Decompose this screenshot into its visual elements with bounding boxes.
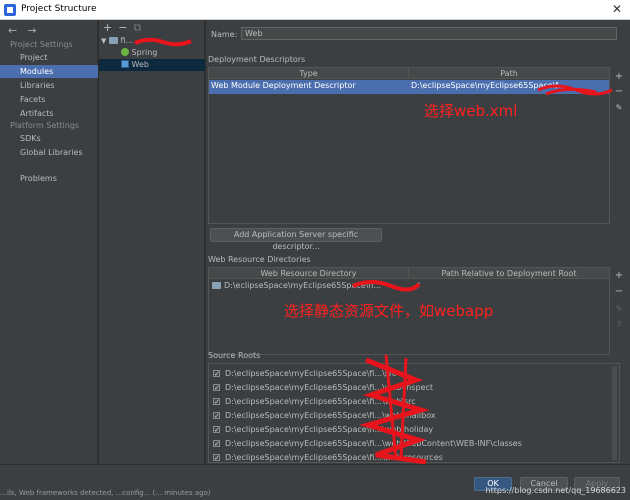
checkbox[interactable] — [213, 410, 220, 422]
nav-item-artifacts[interactable]: Artifacts — [0, 107, 98, 120]
checkbox[interactable] — [213, 438, 220, 450]
nav-item-libraries[interactable]: Libraries — [0, 79, 98, 92]
checkbox[interactable] — [213, 382, 220, 394]
title-bar: Project Structure ✕ — [0, 0, 630, 20]
annotation-select-webxml: 选择web.xml — [424, 102, 518, 120]
tree-toolbar: + − ⧉ — [103, 21, 147, 35]
redaction-scribble — [134, 37, 192, 47]
name-field[interactable]: Web — [241, 27, 617, 40]
app-icon — [4, 4, 16, 16]
edit-descriptor-icon[interactable]: ✎ — [614, 103, 624, 113]
nav-item-sdks[interactable]: SDKs — [0, 132, 98, 145]
web-icon — [121, 60, 129, 68]
nav-item-project[interactable]: Project — [0, 51, 98, 64]
web-resource-dirs-title: Web Resource Directories — [208, 255, 311, 264]
project-settings-header: Project Settings — [10, 40, 73, 49]
checkbox[interactable] — [213, 368, 220, 380]
scrollbar[interactable] — [612, 366, 617, 460]
nav-item-facets[interactable]: Facets — [0, 93, 98, 106]
redaction-scribble — [537, 84, 613, 96]
redaction-scribble — [352, 280, 421, 292]
tree-root[interactable]: ▼ fi... — [99, 35, 205, 47]
col-relative-path: Path Relative to Deployment Root — [409, 268, 609, 279]
folder-icon — [108, 37, 118, 44]
source-roots-title: Source Roots — [208, 351, 261, 360]
close-icon[interactable]: ✕ — [612, 2, 622, 16]
descriptor-type: Web Module Deployment Descriptor — [211, 81, 356, 90]
nav-item-modules[interactable]: Modules — [0, 65, 98, 78]
tree-item-web[interactable]: Web — [99, 59, 205, 71]
nav-item-global-libraries[interactable]: Global Libraries — [0, 146, 98, 159]
forward-arrow-icon[interactable]: → — [27, 24, 36, 37]
settings-nav: ← → Project Settings Project Modules Libr… — [0, 20, 98, 464]
add-app-server-descriptor-button[interactable]: Add Application Server specific descript… — [210, 228, 382, 251]
help-icon[interactable]: ? — [614, 320, 624, 330]
add-descriptor-icon[interactable]: + — [614, 72, 624, 82]
module-tree: + − ⧉ ▼ fi... Spring Web — [99, 20, 205, 464]
facet-settings: Name: Web Deployment Descriptors Type Pa… — [206, 20, 630, 465]
deployment-descriptors-title: Deployment Descriptors — [208, 55, 306, 64]
spring-icon — [121, 48, 129, 56]
remove-icon[interactable]: − — [118, 21, 127, 34]
tree-root-label: fi... — [120, 36, 134, 45]
folder-icon — [212, 280, 221, 292]
name-label: Name: — [211, 30, 238, 39]
tree-item-spring[interactable]: Spring — [99, 47, 205, 59]
nav-arrows: ← → — [8, 24, 46, 37]
add-web-resource-icon[interactable]: + — [614, 271, 624, 281]
tree-item-web-label: Web — [131, 60, 149, 69]
watermark: https://blog.csdn.net/qq_19686623 — [485, 486, 626, 495]
platform-settings-header: Platform Settings — [10, 121, 80, 130]
tree-item-spring-label: Spring — [131, 48, 158, 57]
status-text: …ils, Web frameworks detected, ...config… — [0, 489, 211, 497]
checkbox[interactable] — [213, 452, 220, 464]
add-icon[interactable]: + — [103, 21, 112, 34]
remove-descriptor-icon[interactable]: − — [614, 87, 624, 97]
col-type: Type — [209, 68, 409, 79]
copy-icon[interactable]: ⧉ — [133, 21, 141, 34]
edit-web-resource-icon[interactable]: ✎ — [614, 304, 624, 314]
checkbox[interactable] — [213, 424, 220, 436]
checkbox[interactable] — [213, 396, 220, 408]
expand-arrow-icon[interactable]: ▼ — [101, 37, 106, 45]
annotation-select-static-resources: 选择静态资源文件，如webapp — [284, 302, 494, 320]
nav-item-problems[interactable]: Problems — [0, 172, 98, 185]
back-arrow-icon[interactable]: ← — [8, 24, 17, 37]
col-path: Path — [409, 68, 609, 79]
remove-web-resource-icon[interactable]: − — [614, 287, 624, 297]
window-title: Project Structure — [21, 4, 97, 14]
redaction-scribble — [359, 354, 430, 465]
